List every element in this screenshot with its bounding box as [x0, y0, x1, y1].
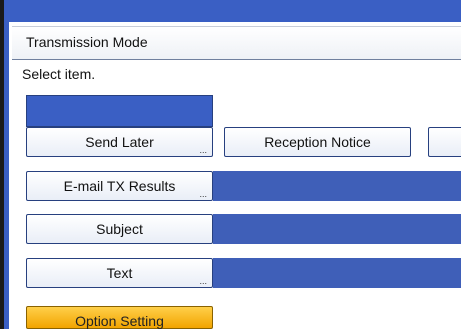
email-tx-results-button[interactable]: E-mail TX Results ... — [26, 171, 213, 201]
option-setting-label: Option Setting — [75, 313, 164, 329]
reception-notice-button[interactable]: Reception Notice — [224, 127, 411, 157]
ellipsis-icon: ... — [199, 276, 207, 286]
text-button[interactable]: Text ... — [26, 258, 213, 288]
send-later-button[interactable]: Send Later ... — [26, 127, 213, 157]
send-later-indicator — [26, 95, 213, 127]
text-field — [213, 258, 461, 288]
ellipsis-icon: ... — [199, 189, 207, 199]
email-tx-results-field — [213, 171, 461, 201]
text-label: Text — [106, 265, 133, 281]
left-edge-blue — [4, 0, 9, 329]
reception-notice-label: Reception Notice — [264, 134, 371, 150]
subject-field — [213, 214, 461, 244]
subject-button[interactable]: Subject — [26, 214, 213, 244]
email-tx-results-label: E-mail TX Results — [63, 178, 176, 194]
ellipsis-icon: ... — [199, 145, 207, 155]
subject-label: Subject — [96, 221, 143, 237]
next-option-button[interactable] — [428, 127, 461, 157]
dialog-title: Transmission Mode — [26, 34, 148, 50]
screen: Transmission Mode Select item. Send Late… — [0, 0, 461, 329]
select-item-prompt: Select item. — [22, 66, 96, 82]
top-blue-bar — [4, 0, 461, 22]
option-setting-button[interactable]: Option Setting — [26, 306, 213, 329]
send-later-label: Send Later — [85, 134, 154, 150]
